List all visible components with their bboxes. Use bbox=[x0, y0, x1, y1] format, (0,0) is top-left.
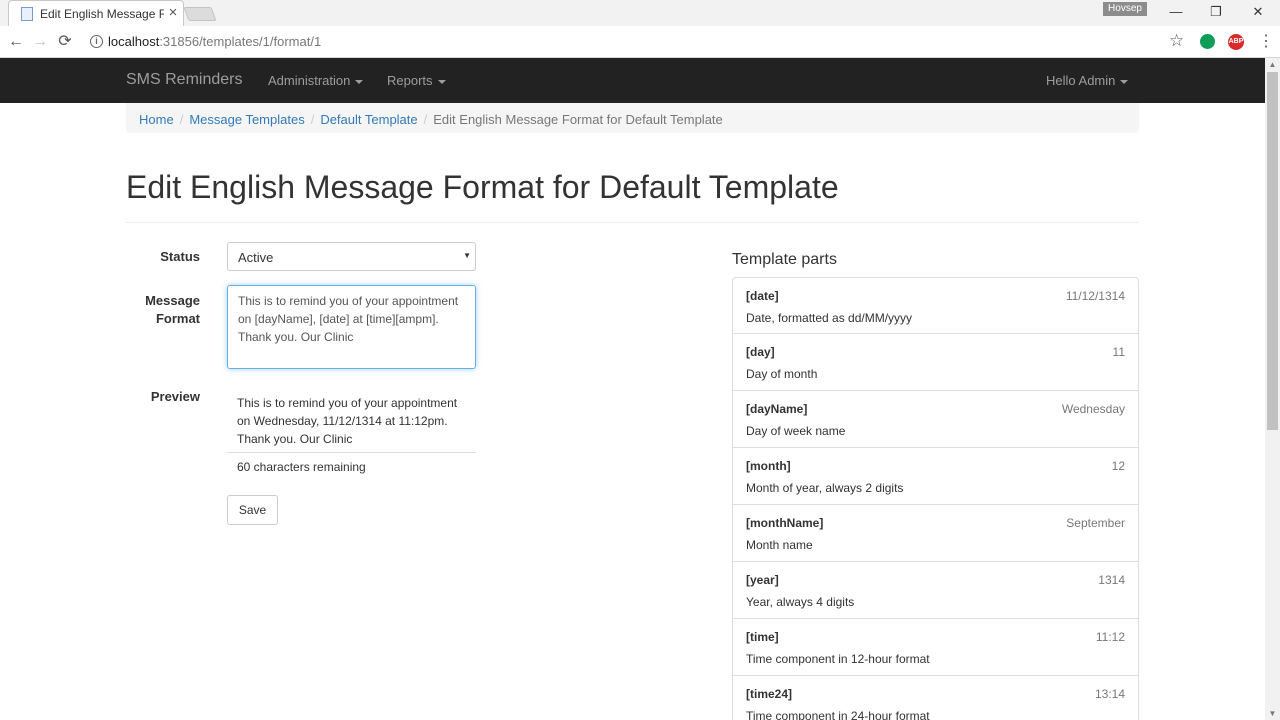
part-key: [year] bbox=[746, 573, 779, 587]
breadcrumb-home[interactable]: Home bbox=[139, 112, 174, 127]
part-key: [month] bbox=[746, 459, 791, 473]
preview-divider bbox=[227, 452, 476, 453]
breadcrumb-separator: / bbox=[310, 112, 315, 127]
caret-down-icon bbox=[355, 79, 364, 84]
template-part-item: [year] 1314 Year, always 4 digits bbox=[732, 562, 1139, 619]
part-sample-value: Wednesday bbox=[1061, 402, 1125, 416]
part-sample-value: 13:14 bbox=[1094, 687, 1125, 701]
part-description: Month name bbox=[746, 538, 813, 552]
template-parts-heading: Template parts bbox=[732, 251, 837, 268]
page-scrollbar[interactable]: ▲ ▼ bbox=[1265, 58, 1280, 720]
breadcrumb-message-templates[interactable]: Message Templates bbox=[189, 112, 304, 127]
nav-reports-label: Reports bbox=[387, 73, 433, 88]
caret-down-icon bbox=[437, 79, 446, 84]
site-info-icon[interactable]: i bbox=[90, 35, 103, 48]
restore-icon[interactable]: ❐ bbox=[1207, 4, 1225, 20]
tab-title: Edit English Message For bbox=[40, 7, 164, 21]
part-description: Day of week name bbox=[746, 424, 846, 438]
scroll-down-arrow-icon[interactable]: ▼ bbox=[1265, 709, 1280, 718]
adblock-icon[interactable]: ABP bbox=[1228, 34, 1244, 50]
template-part-item: [dayName] Wednesday Day of week name bbox=[732, 391, 1139, 448]
template-parts-list: [date] 11/12/1314 Date, formatted as dd/MM… bbox=[732, 277, 1139, 720]
part-description: Time component in 12-hour format bbox=[746, 652, 930, 666]
back-icon[interactable]: ← bbox=[6, 32, 26, 52]
bookmark-star-icon[interactable]: ☆ bbox=[1169, 31, 1184, 51]
page-viewport: SMS Reminders Administration Reports Hel… bbox=[0, 58, 1265, 720]
template-part-item: [time24] 13:14 Time component in 24-hour f… bbox=[732, 676, 1139, 720]
template-part-item: [day] 11 Day of month bbox=[732, 334, 1139, 391]
preview-text: This is to remind you of your appointmen… bbox=[237, 396, 458, 446]
nav-reports[interactable]: Reports bbox=[387, 73, 446, 88]
template-part-item: [monthName] September Month name bbox=[732, 505, 1139, 562]
breadcrumb-current: Edit English Message Format for Default … bbox=[433, 112, 723, 127]
page-favicon-icon bbox=[21, 7, 33, 21]
breadcrumb-default-template[interactable]: Default Template bbox=[320, 112, 417, 127]
part-description: Month of year, always 2 digits bbox=[746, 481, 904, 495]
part-key: [time24] bbox=[746, 687, 793, 701]
part-sample-value: 11/12/1314 bbox=[1065, 289, 1125, 303]
status-label: Status bbox=[160, 249, 200, 264]
nav-user-label: Hello Admin bbox=[1046, 73, 1116, 88]
message-format-label: Message Format bbox=[145, 293, 200, 326]
brand-link[interactable]: SMS Reminders bbox=[126, 71, 242, 89]
scrollbar-thumb[interactable] bbox=[1267, 72, 1278, 430]
minimize-icon[interactable]: — bbox=[1167, 4, 1185, 20]
url-host: localhost bbox=[108, 34, 160, 49]
part-key: [time] bbox=[746, 630, 779, 644]
breadcrumb: Home / Message Templates / Default Template /… bbox=[126, 103, 1139, 133]
part-sample-value: 12 bbox=[1111, 459, 1125, 473]
template-part-item: [month] 12 Month of year, always 2 digits bbox=[732, 448, 1139, 505]
part-sample-value: September bbox=[1066, 516, 1125, 530]
status-selected-value: Active bbox=[238, 250, 274, 265]
template-part-item: [date] 11/12/1314 Date, formatted as dd/MM… bbox=[732, 277, 1139, 334]
status-select[interactable]: Active ▼ bbox=[227, 242, 476, 271]
tab-close-icon[interactable]: × bbox=[165, 4, 181, 22]
breadcrumb-separator: / bbox=[423, 112, 428, 127]
part-sample-value: 1314 bbox=[1098, 573, 1125, 587]
app-navbar: SMS Reminders Administration Reports Hel… bbox=[0, 58, 1265, 103]
url-path: :31856/templates/1/format/1 bbox=[159, 34, 322, 49]
nav-user-menu[interactable]: Hello Admin bbox=[1046, 73, 1129, 88]
close-window-icon[interactable]: ✕ bbox=[1249, 4, 1267, 20]
preview-label: Preview bbox=[150, 389, 200, 404]
browser-tab[interactable]: Edit English Message For × bbox=[8, 0, 184, 26]
part-sample-value: 11:12 bbox=[1095, 630, 1125, 644]
caret-down-icon bbox=[1120, 79, 1129, 84]
title-divider bbox=[126, 222, 1139, 223]
template-part-item: [time] 11:12 Time component in 12-hour for… bbox=[732, 619, 1139, 676]
browser-titlebar: Edit English Message For × Hovsep — ❐ ✕ bbox=[0, 0, 1280, 26]
part-description: Year, always 4 digits bbox=[746, 595, 855, 609]
part-key: [day] bbox=[746, 345, 775, 359]
browser-toolbar: ← → ⟳ i localhost:31856/templates/1/form… bbox=[0, 26, 1280, 58]
new-tab-button[interactable] bbox=[183, 7, 217, 21]
characters-remaining: 60 characters remaining bbox=[237, 460, 366, 474]
part-description: Day of month bbox=[746, 367, 818, 381]
profile-badge[interactable]: Hovsep bbox=[1103, 2, 1147, 16]
browser-menu-icon[interactable]: ⋮ bbox=[1258, 31, 1274, 51]
dropdown-arrow-icon: ▼ bbox=[463, 251, 471, 260]
forward-icon[interactable]: → bbox=[30, 32, 50, 52]
part-description: Date, formatted as dd/MM/yyyy bbox=[746, 311, 913, 325]
message-format-textarea[interactable]: This is to remind you of your appointmen… bbox=[227, 285, 476, 369]
part-description: Time component in 24-hour format bbox=[746, 709, 930, 720]
nav-administration-label: Administration bbox=[268, 73, 351, 88]
extension-icon[interactable] bbox=[1200, 34, 1215, 49]
reload-icon[interactable]: ⟳ bbox=[55, 32, 75, 52]
nav-administration[interactable]: Administration bbox=[268, 73, 364, 88]
address-bar[interactable]: localhost:31856/templates/1/format/1 bbox=[108, 34, 321, 49]
save-button[interactable]: Save bbox=[227, 495, 278, 525]
page-title: Edit English Message Format for Default … bbox=[126, 169, 839, 205]
breadcrumb-separator: / bbox=[179, 112, 184, 127]
scroll-up-arrow-icon[interactable]: ▲ bbox=[1265, 60, 1280, 69]
part-sample-value: 11 bbox=[1112, 345, 1125, 359]
